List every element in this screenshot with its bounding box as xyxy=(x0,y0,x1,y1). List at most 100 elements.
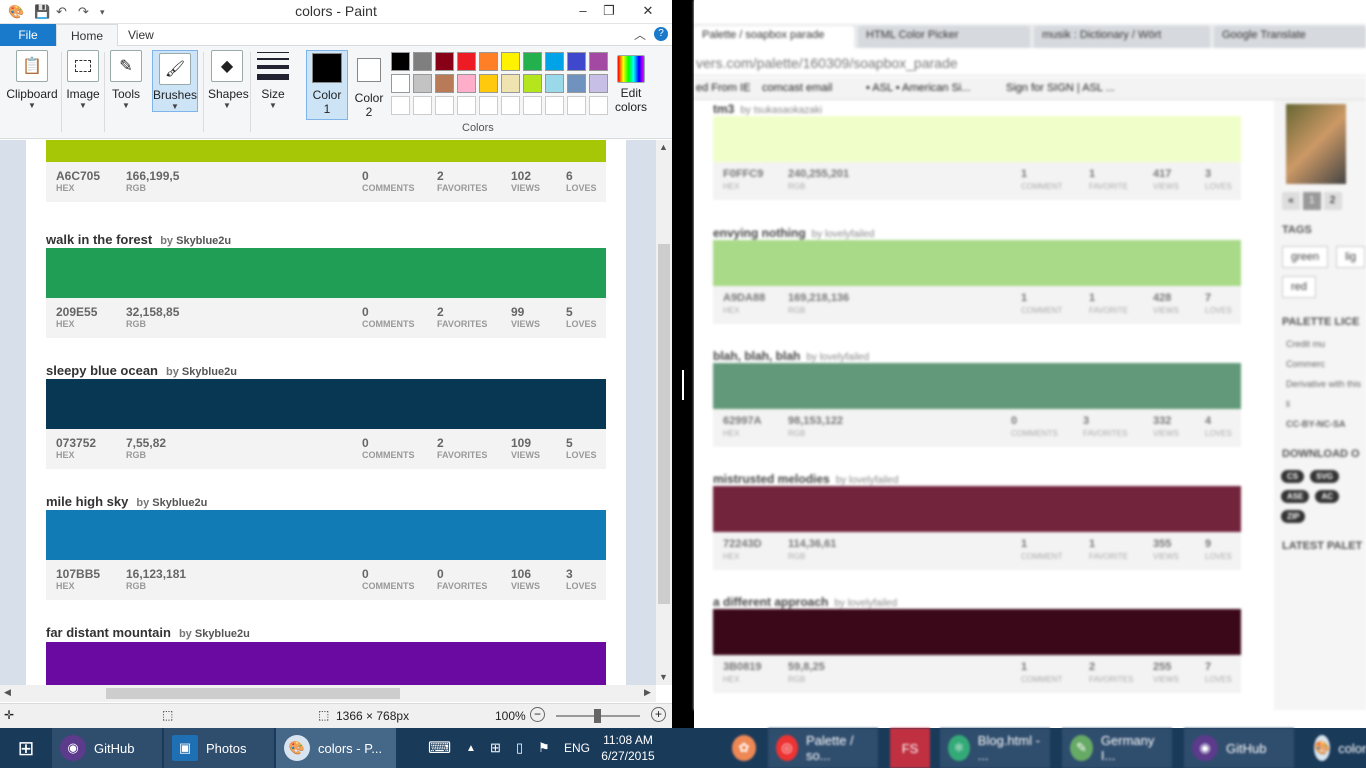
horizontal-scrollbar[interactable]: ◀ ▶ xyxy=(0,685,656,702)
color-swatch[interactable] xyxy=(391,74,410,93)
shapes-button[interactable]: ◆ Shapes ▼ xyxy=(208,50,249,110)
palette-name[interactable]: far distant mountain xyxy=(46,625,171,640)
edit-colors-button[interactable]: Edit colors xyxy=(612,50,650,114)
clock[interactable]: 11:08 AM 6/27/2015 xyxy=(598,732,658,764)
tab-view[interactable]: View xyxy=(114,24,168,46)
custom-color-slot[interactable] xyxy=(545,96,564,115)
bookmark-item[interactable]: Sign for SIGN | ASL ... xyxy=(1006,82,1115,94)
custom-color-slot[interactable] xyxy=(457,96,476,115)
battery-icon[interactable]: ▯ xyxy=(508,728,530,768)
tag[interactable]: red xyxy=(1282,276,1316,298)
bookmark-item[interactable]: comcast email xyxy=(762,82,832,94)
zoom-slider-thumb[interactable] xyxy=(594,709,601,723)
close-button[interactable]: ✕ xyxy=(626,0,670,22)
taskbar-item[interactable]: ✎ Germany I... xyxy=(1062,728,1172,768)
browser-tab[interactable]: Palette / soapbox parade xyxy=(694,26,854,48)
color-swatch[interactable] xyxy=(457,74,476,93)
vertical-scroll-thumb[interactable] xyxy=(658,244,670,604)
canvas-area[interactable]: A6C705 HEX 166,199,5 RGB 0 COMMENTS 2 FA… xyxy=(0,140,656,685)
tab-home[interactable]: Home xyxy=(56,24,119,47)
language-indicator[interactable]: ENG xyxy=(556,728,596,768)
clipboard-button[interactable]: 📋 Clipboard ▼ xyxy=(6,50,58,110)
size-button[interactable]: Size ▼ xyxy=(254,50,292,110)
taskbar-item[interactable]: 🎨 colors - P... xyxy=(276,728,396,768)
color2-button[interactable]: Color 2 xyxy=(350,50,388,119)
scroll-left-icon[interactable]: ◀ xyxy=(4,687,11,698)
show-hidden-icons-icon[interactable]: ▲ xyxy=(458,728,478,768)
taskbar-item[interactable]: ✿ xyxy=(724,728,764,768)
help-icon[interactable]: ? xyxy=(654,27,668,41)
color1-button[interactable]: Color 1 xyxy=(306,50,348,120)
color-swatch[interactable] xyxy=(413,52,432,71)
taskbar-item[interactable]: FS xyxy=(890,728,930,768)
palette-name[interactable]: sleepy blue ocean xyxy=(46,363,158,378)
color-swatch[interactable] xyxy=(435,74,454,93)
tab-file[interactable]: File xyxy=(0,24,56,46)
color-swatch[interactable] xyxy=(567,52,586,71)
scroll-right-icon[interactable]: ▶ xyxy=(644,687,651,698)
palette-color-bar[interactable] xyxy=(713,240,1241,286)
color-swatch[interactable] xyxy=(479,52,498,71)
custom-color-slot[interactable] xyxy=(567,96,586,115)
palette-title[interactable]: blah, blah, blah by lovelyfailed xyxy=(713,349,869,363)
color-swatch[interactable] xyxy=(479,74,498,93)
custom-color-slot[interactable] xyxy=(501,96,520,115)
taskbar-item[interactable]: ▣ Photos xyxy=(164,728,274,768)
palette-name[interactable]: walk in the forest xyxy=(46,232,152,247)
palette-color-bar[interactable] xyxy=(713,363,1241,409)
tools-button[interactable]: ✎ Tools ▼ xyxy=(108,50,144,110)
palette-color-bar[interactable] xyxy=(713,486,1241,532)
horizontal-scroll-thumb[interactable] xyxy=(106,688,400,699)
palette-author[interactable]: Skyblue2u xyxy=(176,235,231,247)
palette-title[interactable]: envying nothing by lovelyfailed xyxy=(713,226,875,240)
taskbar-item[interactable]: ◎ Palette / so... xyxy=(768,728,878,768)
palette-color-bar[interactable] xyxy=(46,140,606,162)
palette-title[interactable]: tm3 by tsukasaokazaki xyxy=(713,102,822,116)
color-swatch[interactable] xyxy=(501,74,520,93)
start-button[interactable]: ⊞ xyxy=(0,728,52,768)
image-button[interactable]: Image ▼ xyxy=(64,50,102,110)
keyboard-icon[interactable]: ⌨ xyxy=(420,728,460,768)
custom-color-slot[interactable] xyxy=(391,96,410,115)
color-swatch[interactable] xyxy=(589,74,608,93)
palette-color-bar[interactable] xyxy=(46,248,606,298)
palette-title[interactable]: a different approach by lovelyfailed xyxy=(713,595,897,609)
custom-color-slot[interactable] xyxy=(479,96,498,115)
canvas-image[interactable]: A6C705 HEX 166,199,5 RGB 0 COMMENTS 2 FA… xyxy=(26,140,626,685)
collapse-ribbon-icon[interactable]: ︿ xyxy=(634,26,646,43)
flag-icon[interactable]: ⚑ xyxy=(530,728,552,768)
snap-divider[interactable] xyxy=(672,0,694,728)
network-icon[interactable]: ⊞ xyxy=(482,728,504,768)
brushes-button[interactable]: 🖌 Brushes ▼ xyxy=(152,50,198,112)
custom-color-slot[interactable] xyxy=(589,96,608,115)
tag[interactable]: lig xyxy=(1336,246,1366,268)
palette-color-bar[interactable] xyxy=(713,116,1241,162)
palette-color-bar[interactable] xyxy=(46,642,606,685)
scroll-down-icon[interactable]: ▼ xyxy=(659,672,668,682)
scroll-up-icon[interactable]: ▲ xyxy=(659,142,668,152)
taskbar-item[interactable]: 🎨colors xyxy=(1306,728,1366,768)
color-swatch[interactable] xyxy=(567,74,586,93)
color-swatch[interactable] xyxy=(545,52,564,71)
palette-title[interactable]: walk in the forest by Skyblue2u xyxy=(46,232,231,247)
taskbar-item[interactable]: ◉ GitHub xyxy=(52,728,162,768)
palette-title[interactable]: sleepy blue ocean by Skyblue2u xyxy=(46,363,237,378)
bookmark-item[interactable]: ed From IE xyxy=(696,82,750,94)
color-swatch[interactable] xyxy=(391,52,410,71)
custom-color-slot[interactable] xyxy=(413,96,432,115)
color-swatch[interactable] xyxy=(413,74,432,93)
taskbar-item[interactable]: ◉ GitHub xyxy=(1184,728,1294,768)
tag[interactable]: green xyxy=(1282,246,1329,268)
color-swatch[interactable] xyxy=(523,52,542,71)
browser-tab[interactable]: musik : Dictionary / Wört xyxy=(1034,26,1210,48)
palette-color-bar[interactable] xyxy=(46,510,606,560)
address-bar[interactable]: vers.com/palette/160309/soapbox_parade xyxy=(694,50,1366,76)
color-swatch[interactable] xyxy=(523,74,542,93)
palette-author[interactable]: Skyblue2u xyxy=(182,366,237,378)
browser-tab[interactable]: Google Translate xyxy=(1214,26,1366,48)
zoom-out-button[interactable]: − xyxy=(530,707,545,722)
palette-name[interactable]: mile high sky xyxy=(46,494,128,509)
palette-title[interactable]: far distant mountain by Skyblue2u xyxy=(46,625,250,640)
zoom-in-button[interactable]: + xyxy=(651,707,666,722)
color-swatch[interactable] xyxy=(435,52,454,71)
